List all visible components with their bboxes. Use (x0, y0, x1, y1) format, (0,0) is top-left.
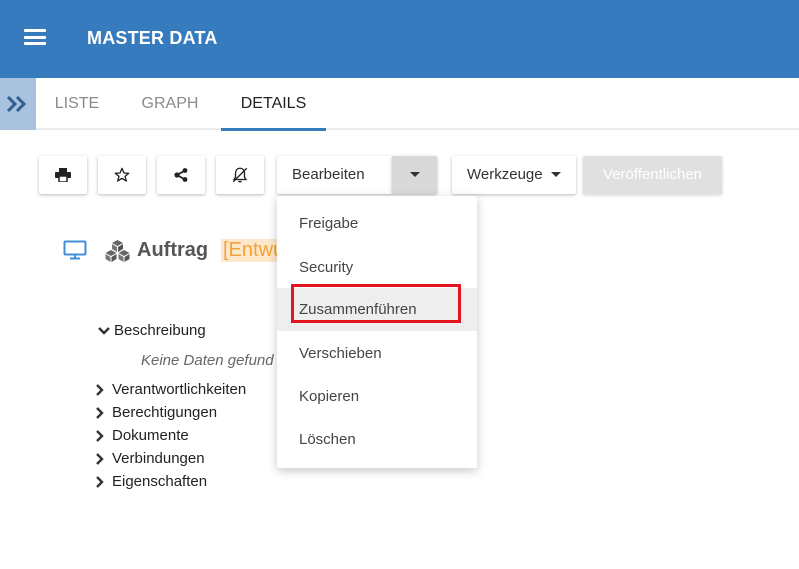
tab-graph[interactable]: GRAPH (130, 78, 210, 130)
print-button[interactable] (39, 156, 87, 194)
menu-item-freigabe[interactable]: Freigabe (277, 202, 477, 245)
edit-dropdown-toggle[interactable] (392, 156, 437, 194)
printer-icon (55, 168, 71, 182)
tree-item-dokumente[interactable]: Dokumente (95, 427, 189, 444)
tree-item-verbindungen[interactable]: Verbindungen (95, 450, 205, 467)
chevron-right-icon (96, 453, 104, 465)
tools-label: Werkzeuge (467, 166, 543, 183)
tree-item-verantwortlichkeiten[interactable]: Verantwortlichkeiten (95, 381, 246, 398)
chevron-down-icon (98, 327, 110, 335)
tree-item-label: Eigenschaften (112, 473, 208, 490)
object-status-badge: [Entwu (221, 239, 278, 262)
tree-item-label: Dokumente (112, 427, 189, 444)
tree-item-eigenschaften[interactable]: Eigenschaften (95, 473, 207, 490)
menu-item-verschieben[interactable]: Verschieben (277, 332, 477, 375)
tab-liste[interactable]: LISTE (39, 78, 115, 130)
app-bar: MASTER DATA (0, 0, 799, 78)
share-icon (174, 168, 188, 182)
chevron-right-icon (96, 430, 104, 442)
chevron-right-icon (96, 407, 104, 419)
notification-button[interactable] (216, 156, 264, 194)
publish-button: Veröffentlichen (583, 156, 722, 194)
menu-item-zusammenfuehren[interactable]: Zusammenführen (277, 288, 477, 331)
share-button[interactable] (157, 156, 205, 194)
sidebar-toggle-button[interactable] (0, 78, 36, 130)
menu-icon[interactable] (24, 28, 46, 46)
bell-slash-icon (232, 167, 248, 183)
tree-item-beschreibung[interactable]: Beschreibung (97, 322, 206, 339)
cubes-icon (105, 240, 130, 262)
empty-state-text: Keine Daten gefund (141, 352, 274, 369)
chevron-down-icon (410, 172, 420, 177)
star-icon (114, 167, 130, 182)
tab-details[interactable]: DETAILS (221, 78, 326, 131)
tab-bar: LISTE GRAPH DETAILS (0, 78, 799, 131)
app-title: MASTER DATA (87, 28, 218, 48)
favorite-button[interactable] (98, 156, 146, 194)
object-title: Auftrag (137, 239, 209, 261)
tree-item-label: Berechtigungen (112, 404, 218, 421)
menu-item-loeschen[interactable]: Löschen (277, 418, 477, 461)
edit-button[interactable]: Bearbeiten (277, 156, 392, 194)
double-chevron-right-icon (6, 95, 27, 113)
monitor-icon (63, 240, 87, 260)
chevron-right-icon (96, 476, 104, 488)
edit-dropdown-menu: Freigabe Security Zusammenführen Verschi… (277, 196, 477, 468)
tree-item-berechtigungen[interactable]: Berechtigungen (95, 404, 217, 421)
tree-item-label: Beschreibung (114, 322, 206, 339)
tools-button[interactable]: Werkzeuge (452, 156, 576, 194)
tree-item-label: Verbindungen (112, 450, 205, 467)
menu-item-security[interactable]: Security (277, 246, 477, 289)
chevron-down-icon (551, 172, 561, 177)
chevron-right-icon (96, 384, 104, 396)
tree-item-label: Verantwortlichkeiten (112, 381, 247, 398)
menu-item-kopieren[interactable]: Kopieren (277, 375, 477, 418)
